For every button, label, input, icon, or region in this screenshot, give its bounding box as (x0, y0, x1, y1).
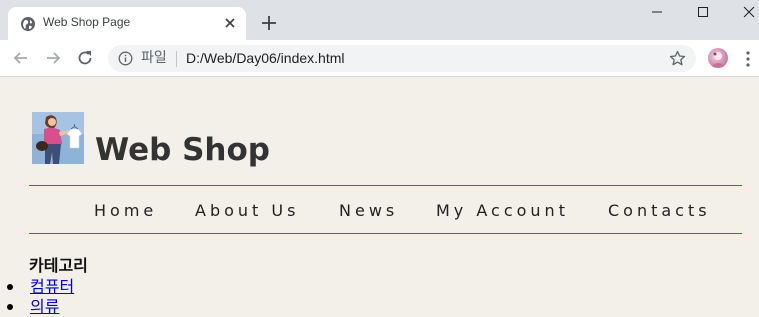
close-window-icon[interactable] (713, 0, 759, 28)
minimize-icon[interactable] (634, 0, 680, 28)
tab-title: Web Shop Page (43, 15, 131, 29)
arrow-left-icon[interactable] (11, 48, 31, 68)
url-text[interactable]: D:/Web/Day06/index.html (186, 50, 344, 66)
browser-toolbar: 파일 D:/Web/Day06/index.html (0, 40, 759, 77)
arrow-right-icon[interactable] (43, 48, 63, 68)
globe-icon (21, 17, 35, 31)
plus-icon[interactable] (258, 12, 280, 34)
header-divider-top (29, 185, 742, 186)
main-nav: Home About Us News My Account Contacts (0, 201, 759, 221)
browser-chrome: Web Shop Page 파일 D:/Web/Day06/index.html (0, 0, 759, 77)
nav-item-about-us[interactable]: About Us (195, 201, 299, 221)
nav-item-home[interactable]: Home (94, 201, 157, 221)
page-title: Web Shop (95, 132, 270, 168)
avatar[interactable] (708, 48, 728, 68)
header-divider-bottom (29, 233, 742, 234)
nav-item-news[interactable]: News (339, 201, 398, 221)
category-link-computer[interactable]: 컴퓨터 (30, 277, 74, 297)
info-icon[interactable] (118, 51, 133, 66)
bullet-icon (7, 284, 13, 290)
page-content: Web Shop Home About Us News My Account C… (0, 77, 759, 316)
category-link-clothing[interactable]: 의류 (30, 297, 59, 317)
nav-item-my-account[interactable]: My Account (436, 201, 569, 221)
browser-tab[interactable]: Web Shop Page (8, 7, 246, 40)
shopper-logo-image (32, 112, 84, 164)
reload-icon[interactable] (75, 48, 95, 68)
category-heading: 카테고리 (29, 256, 88, 275)
star-icon[interactable] (669, 50, 686, 67)
profile-picture-icon (711, 52, 725, 67)
kebab-menu-icon[interactable] (744, 50, 752, 68)
nav-item-contacts[interactable]: Contacts (608, 201, 711, 221)
bullet-icon (7, 304, 13, 310)
scheme-label: 파일 (141, 50, 167, 66)
address-separator (176, 51, 177, 67)
close-icon[interactable] (222, 15, 238, 31)
address-bar[interactable]: 파일 D:/Web/Day06/index.html (108, 45, 696, 72)
